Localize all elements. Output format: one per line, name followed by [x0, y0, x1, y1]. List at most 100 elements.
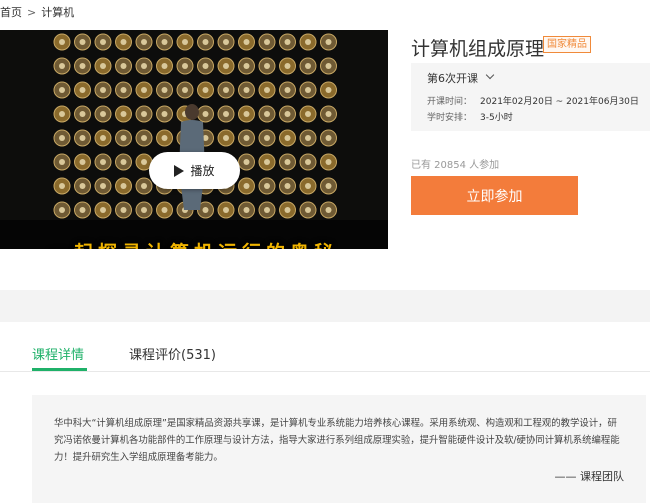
rotor-hub — [305, 39, 311, 45]
course-description-panel: 华中科大“计算机组成原理”是国家精品资源共享课，是计算机专业系统能力培养核心课程… — [32, 395, 646, 503]
rotor-hub — [264, 159, 270, 165]
rotor-hub — [243, 135, 250, 141]
rotor-hub — [182, 87, 188, 93]
rotor-hub — [202, 87, 209, 93]
course-team-signature: —— 课程团队 — [554, 470, 625, 483]
study-load-row: 学时安排： 3-5小时 — [427, 110, 513, 123]
rotor-hub — [161, 135, 168, 141]
rotor-hub — [100, 111, 106, 117]
rotor-hub — [325, 63, 332, 69]
rotor-hub — [182, 39, 188, 45]
rotor-hub — [79, 111, 86, 117]
rotor-hub — [223, 111, 229, 117]
video-slogan: 一起探寻计算机运行的奥秘 — [0, 238, 388, 249]
rotor-hub — [305, 159, 311, 165]
rotor-hub — [325, 39, 332, 45]
rotor-hub — [141, 87, 147, 93]
rotor-hub — [79, 159, 86, 165]
rotor-hub — [120, 63, 127, 69]
rotor-hub — [59, 183, 65, 189]
rotor-hub — [120, 159, 127, 165]
rotor-hub — [59, 39, 65, 45]
rotor-hub — [243, 63, 250, 69]
rotor-hub — [243, 207, 250, 213]
rotor-hub — [264, 207, 270, 213]
rotor-hub — [79, 87, 86, 93]
rotor-hub — [79, 63, 86, 69]
rotor-hub — [120, 39, 127, 45]
rotor-hub — [264, 87, 270, 93]
rotor-hub — [120, 183, 127, 189]
rotor-hub — [325, 183, 332, 189]
rotor-hub — [59, 63, 65, 69]
rotor-hub — [325, 87, 332, 93]
national-quality-badge: 国家精品 — [543, 36, 591, 53]
rotor-hub — [100, 135, 106, 141]
tab-course-reviews[interactable]: 课程评价(531) — [129, 344, 216, 363]
rotor-hub — [59, 135, 65, 141]
rotor-hub — [141, 207, 147, 213]
rotor-hub — [161, 87, 168, 93]
rotor-hub — [120, 135, 127, 141]
tab-course-details[interactable]: 课程详情 — [32, 344, 84, 363]
rotor-hub — [141, 63, 147, 69]
breadcrumb-category-link[interactable]: 计算机 — [41, 6, 74, 19]
rotor-hub — [161, 111, 168, 117]
rotor-hub — [325, 207, 332, 213]
rotor-hub — [264, 63, 270, 69]
course-video-player[interactable]: 播放 一起探寻计算机运行的奥秘 — [0, 30, 388, 249]
rotor-hub — [305, 207, 311, 213]
rotor-hub — [182, 63, 188, 69]
rotor-hub — [59, 207, 65, 213]
breadcrumb-home-link[interactable]: 首页 — [0, 6, 22, 19]
rotor-hub — [100, 87, 106, 93]
play-button[interactable]: 播放 — [149, 152, 240, 189]
term-selector[interactable]: 第6次开课 — [427, 70, 478, 86]
rotor-hub — [223, 39, 229, 45]
rotor-hub — [141, 183, 147, 189]
rotor-hub — [59, 87, 65, 93]
join-course-button[interactable]: 立即参加 — [411, 176, 578, 215]
rotor-hub — [305, 63, 311, 69]
rotor-hub — [120, 111, 127, 117]
rotor-hub — [284, 87, 291, 93]
rotor-hub — [325, 111, 332, 117]
rotor-hub — [161, 39, 168, 45]
breadcrumb: 首页 > 计算机 — [0, 5, 74, 21]
rotor-hub — [264, 183, 270, 189]
rotor-hub — [305, 87, 311, 93]
rotor-hub — [284, 111, 291, 117]
rotor-hub — [243, 39, 250, 45]
play-icon — [174, 164, 185, 177]
active-tab-indicator — [32, 368, 87, 371]
rotor-hub — [141, 39, 147, 45]
rotor-hub — [243, 159, 250, 165]
rotor-hub — [325, 159, 332, 165]
start-time-value: 2021年02月20日 ~ 2021年06月30日 — [480, 97, 639, 107]
start-time-row: 开课时间： 2021年02月20日 ~ 2021年06月30日 — [427, 94, 639, 107]
rotor-hub — [243, 183, 250, 189]
rotor-hub — [284, 207, 291, 213]
rotor-hub — [100, 39, 106, 45]
rotor-hub — [100, 207, 106, 213]
rotor-hub — [243, 111, 250, 117]
rotor-hub — [79, 183, 86, 189]
rotor-hub — [100, 159, 106, 165]
play-button-label: 播放 — [190, 164, 215, 178]
rotor-hub — [325, 135, 332, 141]
start-time-label: 开课时间： — [427, 97, 473, 107]
rotor-hub — [100, 63, 106, 69]
chevron-down-icon[interactable] — [485, 70, 495, 80]
rotor-hub — [243, 87, 250, 93]
rotor-hub — [223, 135, 229, 141]
rotor-hub — [223, 63, 229, 69]
study-load-label: 学时安排： — [427, 113, 473, 123]
rotor-hub — [202, 63, 209, 69]
course-tabs: 课程详情 课程评价(531) — [0, 322, 650, 372]
study-load-value: 3-5小时 — [480, 113, 513, 123]
rotor-hub — [264, 39, 270, 45]
rotor-hub — [79, 39, 86, 45]
rotor-hub — [100, 183, 106, 189]
rotor-hub — [284, 39, 291, 45]
rotor-hub — [305, 135, 311, 141]
